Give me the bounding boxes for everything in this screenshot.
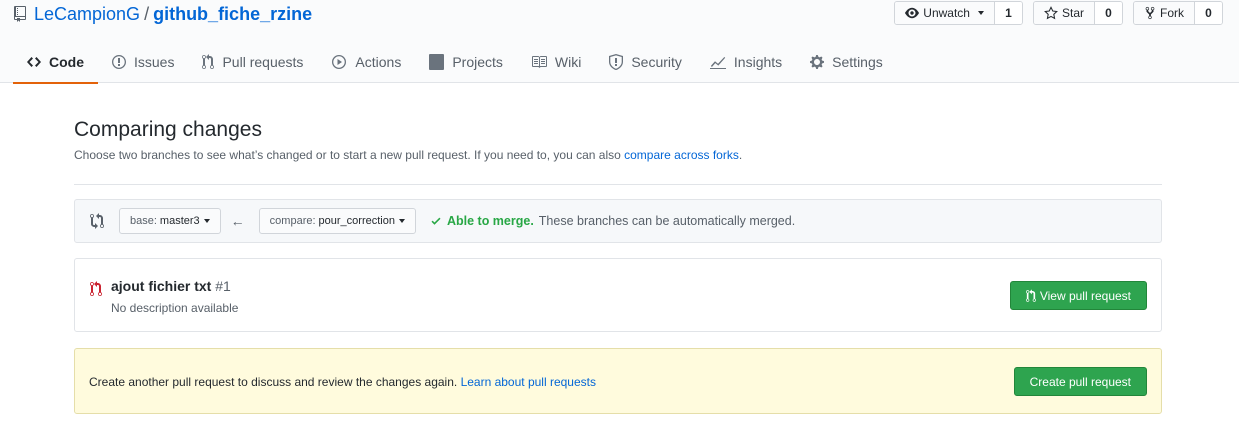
create-pr-notice: Create another pull request to discuss a… bbox=[74, 348, 1162, 414]
merge-status-text: These branches can be automatically merg… bbox=[538, 214, 796, 228]
repo-name-link[interactable]: github_fiche_rzine bbox=[153, 4, 312, 25]
shield-icon bbox=[609, 54, 624, 70]
tab-security[interactable]: Security bbox=[595, 41, 696, 83]
project-icon bbox=[429, 54, 445, 70]
tab-wiki[interactable]: Wiki bbox=[517, 41, 595, 83]
fork-button-group: Fork 0 bbox=[1133, 1, 1223, 25]
tab-insights[interactable]: Insights bbox=[696, 41, 796, 83]
eye-icon bbox=[905, 7, 920, 19]
git-compare-icon bbox=[90, 213, 104, 229]
tab-label: Actions bbox=[355, 54, 402, 70]
view-pull-request-button[interactable]: View pull request bbox=[1009, 281, 1147, 310]
base-value: master3 bbox=[159, 215, 200, 227]
gear-icon bbox=[810, 55, 825, 69]
tab-pull-requests[interactable]: Pull requests bbox=[188, 41, 317, 83]
watchers-count[interactable]: 1 bbox=[994, 2, 1022, 24]
create-pull-request-button[interactable]: Create pull request bbox=[1013, 367, 1147, 396]
watch-button-group: Unwatch 1 bbox=[894, 1, 1023, 25]
issue-icon bbox=[112, 55, 126, 69]
stars-count[interactable]: 0 bbox=[1095, 2, 1122, 24]
learn-about-pull-requests-link[interactable]: Learn about pull requests bbox=[461, 375, 596, 389]
base-branch-select[interactable]: base: master3 bbox=[119, 208, 221, 234]
repo-icon bbox=[14, 6, 28, 22]
repo-owner-link[interactable]: LeCampionG bbox=[34, 4, 140, 25]
range-editor: base: master3 ← compare: pour_correction… bbox=[74, 199, 1162, 243]
repo-title: LeCampionG / github_fiche_rzine bbox=[14, 3, 312, 25]
arrow-left-icon: ← bbox=[230, 213, 245, 229]
tab-label: Security bbox=[631, 54, 682, 70]
fork-icon bbox=[1145, 6, 1155, 20]
check-icon bbox=[431, 217, 441, 225]
repo-nav-tabs: Code Issues Pull requests Actions Projec… bbox=[13, 41, 897, 84]
unwatch-button[interactable]: Unwatch bbox=[895, 2, 995, 24]
pr-description: No description available bbox=[111, 301, 239, 315]
page-subtitle: Choose two branches to see what’s change… bbox=[74, 148, 1162, 162]
tab-label: Insights bbox=[733, 54, 783, 70]
tab-label: Pull requests bbox=[222, 54, 304, 70]
repo-separator: / bbox=[144, 3, 150, 24]
compare-value: pour_correction bbox=[318, 215, 395, 227]
chevron-down-icon bbox=[398, 219, 405, 223]
tab-label: Code bbox=[49, 54, 84, 70]
compare-main: Comparing changes Choose two branches to… bbox=[74, 100, 1162, 414]
compare-label: compare: bbox=[269, 215, 316, 227]
subtitle-suffix: . bbox=[738, 148, 743, 162]
compare-branch-select[interactable]: compare: pour_correction bbox=[258, 208, 416, 234]
code-icon bbox=[27, 57, 41, 67]
book-icon bbox=[531, 56, 547, 68]
pr-number: #1 bbox=[215, 278, 231, 294]
tab-code[interactable]: Code bbox=[13, 41, 98, 84]
pull-request-icon bbox=[202, 54, 215, 70]
repo-actions: Unwatch 1 Star 0 Fork 0 bbox=[894, 1, 1223, 25]
tab-label: Wiki bbox=[554, 54, 582, 70]
fork-button[interactable]: Fork bbox=[1134, 2, 1195, 24]
fork-label: Fork bbox=[1160, 6, 1184, 20]
tab-label: Settings bbox=[832, 54, 883, 70]
star-label: Star bbox=[1061, 6, 1084, 20]
tab-label: Projects bbox=[452, 54, 503, 70]
existing-pull-request: ajout fichier txt #1 No description avai… bbox=[74, 258, 1162, 332]
chevron-down-icon bbox=[203, 219, 210, 223]
star-button[interactable]: Star bbox=[1033, 2, 1095, 24]
tab-label: Issues bbox=[134, 54, 175, 70]
pull-request-icon bbox=[1025, 288, 1036, 302]
chevron-down-icon bbox=[977, 11, 984, 15]
play-icon bbox=[332, 55, 347, 69]
forks-count[interactable]: 0 bbox=[1195, 2, 1222, 24]
notice-text: Create another pull request to discuss a… bbox=[89, 375, 596, 389]
tab-settings[interactable]: Settings bbox=[796, 41, 897, 83]
repo-header: LeCampionG / github_fiche_rzine Unwatch … bbox=[0, 0, 1239, 84]
star-icon bbox=[1044, 6, 1058, 20]
unwatch-label: Unwatch bbox=[923, 6, 970, 20]
subtitle-text: Choose two branches to see what’s change… bbox=[74, 148, 625, 162]
pr-title-link[interactable]: ajout fichier txt bbox=[111, 278, 211, 294]
pr-title: ajout fichier txt #1 bbox=[111, 278, 231, 294]
tab-issues[interactable]: Issues bbox=[98, 41, 188, 83]
view-pull-request-label: View pull request bbox=[1039, 288, 1131, 303]
merge-ok-text: Able to merge. bbox=[446, 214, 534, 228]
compare-across-forks-link[interactable]: compare across forks bbox=[624, 148, 739, 162]
graph-icon bbox=[709, 57, 726, 69]
tab-actions[interactable]: Actions bbox=[317, 41, 415, 83]
base-label: base: bbox=[130, 215, 157, 227]
page-title: Comparing changes bbox=[74, 118, 262, 141]
merge-status: Able to merge. These branches can be aut… bbox=[430, 214, 795, 228]
star-button-group: Star 0 bbox=[1032, 1, 1123, 25]
tab-projects[interactable]: Projects bbox=[415, 41, 517, 83]
notice-message: Create another pull request to discuss a… bbox=[89, 375, 461, 389]
pull-request-icon bbox=[90, 281, 102, 296]
divider bbox=[74, 184, 1162, 185]
